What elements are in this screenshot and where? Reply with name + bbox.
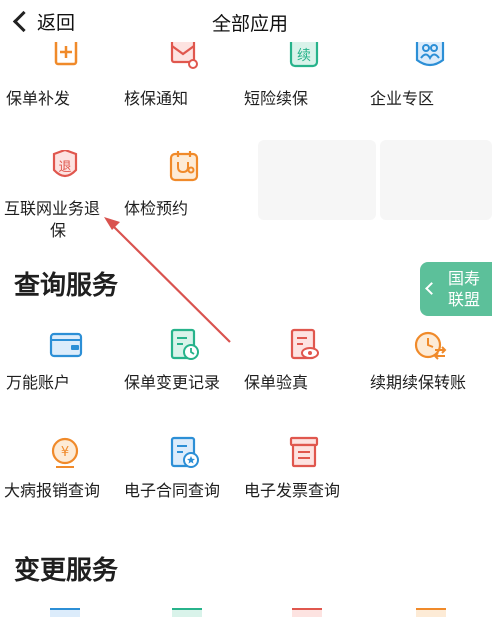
annotation-arrow: [104, 217, 231, 343]
page-title: 全部应用: [211, 13, 288, 35]
top-bar: 返回 全部应用: [0, 0, 500, 42]
